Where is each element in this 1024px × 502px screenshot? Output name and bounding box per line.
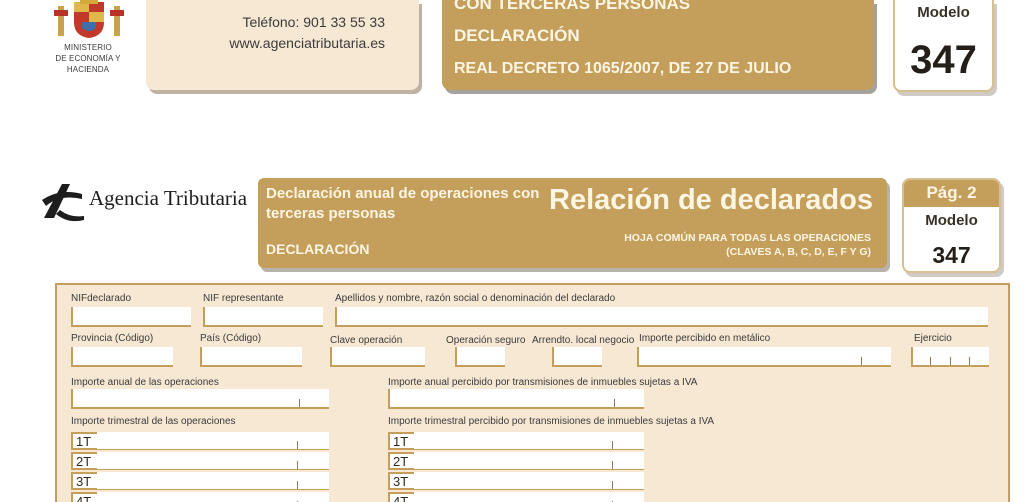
ministry-line: MINISTERIO	[64, 43, 112, 52]
quarter-iva-field-4t[interactable]	[414, 492, 644, 502]
quarter-iva-field-1t[interactable]	[414, 432, 644, 450]
importe-metalico-field[interactable]	[637, 347, 891, 367]
nif-declarado-field[interactable]	[71, 307, 191, 327]
ministry-line: HACIENDA	[66, 65, 110, 74]
arrendamiento-field[interactable]	[552, 347, 602, 367]
contact-box: Teléfono: 901 33 55 33 www.agenciatribut…	[146, 0, 419, 90]
page-number: Pág. 2	[904, 180, 999, 207]
label-importe-anual-iva: Importe anual percibido por transmisione…	[388, 377, 698, 388]
quarter-iva-row-4t: 4T	[388, 492, 644, 502]
quarter-row-2t: 2T	[71, 452, 329, 470]
ministry-name: MINISTERIO DE ECONOMÍA Y HACIENDA	[40, 42, 136, 75]
apellidos-nombre-field[interactable]	[335, 307, 988, 327]
quarter-label: 3T	[388, 472, 414, 490]
label-ejercicio: Ejercicio	[914, 333, 952, 344]
quarter-label: 4T	[71, 492, 97, 502]
declared-entry-form: NIFdeclarado NIF representante Apellidos…	[55, 283, 1010, 502]
header-declaration: DECLARACIÓN	[266, 241, 370, 257]
quarter-row-3t: 3T	[71, 472, 329, 490]
declaration-line-2: DECLARACIÓN	[454, 26, 580, 45]
quarter-label: 1T	[71, 432, 97, 450]
header-title: Relación de declarados	[549, 184, 873, 216]
agency-name: Agencia Tributaria	[89, 186, 248, 210]
quarter-iva-row-3t: 3T	[388, 472, 644, 490]
quarter-iva-field-3t[interactable]	[414, 472, 644, 490]
quarter-iva-row-2t: 2T	[388, 452, 644, 470]
declaration-line-1: CON TERCERAS PERSONAS	[454, 0, 691, 13]
label-clave-operacion: Clave operación	[330, 335, 403, 346]
importe-anual-iva-field[interactable]	[388, 389, 644, 409]
quarter-field-4t[interactable]	[97, 492, 329, 502]
header-subtitle-line-1: Declaración anual de operaciones con	[266, 185, 540, 202]
label-nif-declarado: NIFdeclarado	[71, 293, 132, 304]
declaration-line-3: REAL DECRETO 1065/2007, DE 27 DE JULIO	[454, 60, 792, 77]
label-importe-trimestral: Importe trimestral de las operaciones	[71, 416, 236, 427]
quarter-label: 4T	[388, 492, 414, 502]
importe-anual-field[interactable]	[71, 389, 329, 409]
contact-phone: Teléfono: 901 33 55 33	[242, 14, 385, 30]
quarter-iva-field-2t[interactable]	[414, 452, 644, 470]
ministry-line: DE ECONOMÍA Y	[55, 54, 121, 63]
contact-website[interactable]: www.agenciatributaria.es	[229, 35, 385, 51]
quarter-field-1t[interactable]	[97, 432, 329, 450]
header-note-line-1: HOJA COMÚN PARA TODAS LAS OPERACIONES	[624, 232, 871, 244]
quarter-row-1t: 1T	[71, 432, 329, 450]
nif-representante-field[interactable]	[203, 307, 323, 327]
quarter-label: 2T	[71, 452, 97, 470]
label-nif-representante: NIF representante	[203, 293, 284, 304]
header-subtitle-line-2: terceras personas	[266, 205, 396, 222]
quarter-field-3t[interactable]	[97, 472, 329, 490]
quarter-label: 2T	[388, 452, 414, 470]
page-number-box: Pág. 2 Modelo 347	[902, 178, 1001, 273]
operacion-seguro-field[interactable]	[455, 347, 505, 367]
page2-header-banner: Declaración anual de operaciones con ter…	[258, 178, 887, 268]
label-importe-metalico: Importe percibido en metálico	[639, 333, 771, 344]
spanish-coat-of-arms-icon	[54, 0, 124, 38]
agencia-tributaria-logo-icon	[42, 184, 84, 222]
clave-operacion-field[interactable]	[330, 347, 425, 367]
page-model-label: Modelo	[925, 212, 978, 229]
declaration-banner: CON TERCERAS PERSONAS DECLARACIÓN REAL D…	[442, 0, 874, 90]
pais-field[interactable]	[200, 347, 302, 367]
quarter-iva-row-1t: 1T	[388, 432, 644, 450]
model-label: Modelo	[917, 4, 970, 21]
provincia-field[interactable]	[71, 347, 173, 367]
label-importe-anual: Importe anual de las operaciones	[71, 377, 219, 388]
label-operacion-seguro: Operación seguro	[446, 335, 526, 346]
model-number: 347	[910, 38, 977, 82]
ejercicio-field[interactable]	[911, 347, 989, 367]
quarter-label: 3T	[71, 472, 97, 490]
model-box: Modelo 347	[893, 0, 994, 92]
quarter-row-4t: 4T	[71, 492, 329, 502]
label-pais: País (Código)	[200, 333, 262, 344]
page-model-number: 347	[932, 242, 971, 268]
header-note-line-2: (CLAVES A, B, C, D, E, F Y G)	[726, 246, 871, 258]
label-apellidos: Apellidos y nombre, razón social o denom…	[335, 293, 616, 304]
label-arrendamiento: Arrendto. local negocio	[532, 335, 635, 346]
quarter-label: 1T	[388, 432, 414, 450]
label-importe-trimestral-iva: Importe trimestral percibido por transmi…	[388, 416, 715, 427]
quarter-field-2t[interactable]	[97, 452, 329, 470]
label-provincia: Provincia (Código)	[71, 333, 154, 344]
